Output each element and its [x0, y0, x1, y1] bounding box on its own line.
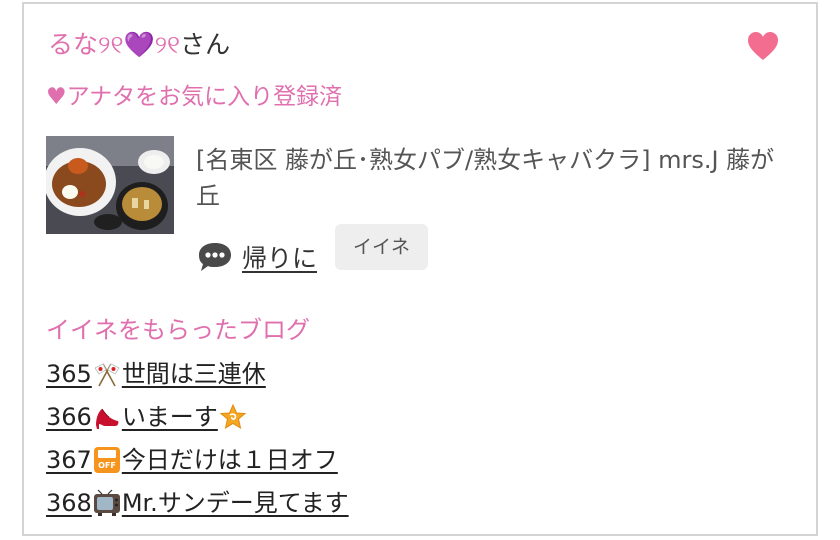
user-card: るな୨୧💜୨୧さん ♥アナタをお気に入り登録済 [名東区 藤が丘･熟女パブ/熟女… — [22, 2, 818, 536]
user-nickname: るな୨୧💜୨୧ — [48, 30, 181, 59]
high-heel-icon — [95, 408, 119, 429]
like-button[interactable]: イイネ — [335, 224, 429, 270]
list-item: 365 世間は三連休 — [46, 356, 349, 399]
blog-title: Mr.サンデー見てます — [121, 489, 349, 517]
blog-link-367[interactable]: 367 OFF 今日だけは１日オフ — [46, 442, 338, 478]
shop-info: [名東区 藤が丘･熟女パブ/熟女キャバクラ] mrs.J 藤が丘 — [196, 146, 775, 210]
post-title-link[interactable]: 帰りに — [242, 239, 317, 275]
favorite-status: ♥アナタをお気に入り登録済 — [46, 84, 343, 110]
blog-title: 今日だけは１日オフ — [121, 446, 338, 474]
crossed-flags-icon — [94, 363, 120, 387]
list-item: 366 いまーす — [46, 399, 349, 442]
blog-link-366[interactable]: 366 いまーす — [46, 399, 248, 435]
television-icon — [93, 489, 120, 516]
speech-bubble-icon — [199, 243, 231, 271]
list-item: 367 OFF 今日だけは１日オフ — [46, 442, 349, 485]
food-photo — [46, 136, 174, 234]
blog-number: 367 — [46, 446, 92, 474]
liked-blogs-list: 365 世間は三連休 366 いまーす 367 OFF 今日だけは１日オフ 36… — [46, 356, 349, 528]
svg-text:OFF: OFF — [98, 461, 116, 470]
blog-number: 366 — [46, 403, 92, 431]
post-row: 帰りに イイネ — [196, 224, 429, 278]
favorite-heart-icon[interactable] — [746, 30, 780, 64]
blog-title: いまーす — [121, 403, 218, 431]
off-sign-icon: OFF — [93, 447, 120, 473]
blog-link-368[interactable]: 368 Mr.サンデー見てます — [46, 485, 349, 521]
user-honorific: さん — [180, 30, 231, 59]
blog-link-365[interactable]: 365 世間は三連休 — [46, 356, 266, 392]
list-item: 368 Mr.サンデー見てます — [46, 485, 349, 528]
blog-number: 368 — [46, 489, 92, 517]
post-thumbnail[interactable] — [46, 136, 174, 234]
dizzy-star-icon — [219, 403, 247, 430]
blog-title: 世間は三連休 — [121, 360, 266, 388]
blog-number: 365 — [46, 360, 92, 388]
liked-blogs-heading: イイネをもらったブログ — [46, 316, 310, 344]
user-name[interactable]: るな୨୧💜୨୧さん — [48, 28, 230, 62]
